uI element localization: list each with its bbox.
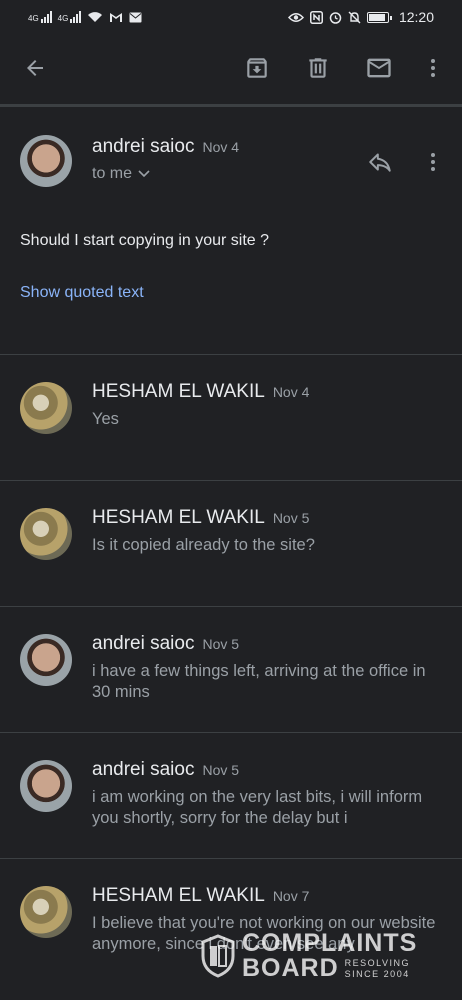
wifi-icon [88,12,103,22]
mark-unread-button[interactable] [365,54,393,82]
complaints-board-watermark: COMPLAINTS BOARD RESOLVING SINCE 2004 [200,926,440,986]
toolbar-divider [0,104,462,107]
message-date: Nov 5 [202,762,240,778]
back-arrow-icon [27,60,43,76]
message-header: HESHAM EL WAKIL Nov 5 [92,507,309,529]
message-date: Nov 7 [272,888,310,904]
show-quoted-text-link[interactable]: Show quoted text [20,284,144,302]
message-icon [129,12,142,22]
delete-button[interactable] [304,54,332,82]
back-button[interactable] [21,54,49,82]
reply-button[interactable] [366,148,394,176]
watermark-tagline1: RESOLVING [344,957,411,968]
recipient-toggle[interactable]: to me [92,165,150,183]
message-snippet: Is it copied already to the site? [92,536,315,554]
battery-icon [366,11,392,23]
more-options-button[interactable] [419,54,447,82]
message-header: HESHAM EL WAKIL Nov 7 [92,885,309,907]
message-header: HESHAM EL WAKIL Nov 4 [92,381,309,403]
message-date: Nov 5 [202,636,240,652]
watermark-tagline2: SINCE 2004 [344,968,410,979]
watermark-text: COMPLAINTS BOARD RESOLVING SINCE 2004 [242,931,417,981]
network-type-label: 4G [28,14,39,23]
chevron-down-icon [138,170,150,178]
mail-icon [367,58,391,78]
watermark-line2: BOARD [242,954,339,982]
recipient-label: to me [92,165,133,182]
sender-name: andrei saioc [92,759,195,780]
message-date: Nov 5 [272,510,310,526]
thread-message[interactable]: HESHAM EL WAKIL Nov 5 Is it copied alrea… [0,480,462,606]
alarm-icon [329,11,342,24]
more-vert-icon [431,59,435,77]
more-vert-icon [431,153,435,171]
message-body: Should I start copying in your site ? [20,232,270,249]
message-header: andrei saioc Nov 5 [92,759,239,781]
archive-icon [247,58,267,78]
sender-name: HESHAM EL WAKIL [92,885,265,906]
avatar[interactable] [20,886,72,938]
sender-name: andrei saioc [92,633,195,654]
avatar[interactable] [20,382,72,434]
avatar[interactable] [20,760,72,812]
archive-button[interactable] [243,54,271,82]
shield-logo-icon [201,934,235,978]
thread-message[interactable]: andrei saioc Nov 5 i am working on the v… [0,732,462,858]
nfc-icon [309,10,323,24]
clock: 12:20 [398,9,434,25]
eye-icon [287,12,304,22]
avatar[interactable] [20,508,72,560]
thread-message[interactable]: andrei saioc Nov 5 i have a few things l… [0,606,462,732]
sender-name[interactable]: andrei saioc [92,136,194,158]
network-type-label-2: 4G [57,14,69,23]
signal-icon: 4G [28,11,52,23]
app-toolbar [0,34,462,102]
gmail-icon [110,12,123,22]
delete-icon [309,58,327,78]
signal-icon-2: 4G [58,11,82,23]
message-header: andrei saioc Nov 5 [92,633,239,655]
mute-bell-icon [348,11,361,23]
status-right: 12:20 [287,9,434,25]
message-snippet: i have a few things left, arriving at th… [92,662,426,701]
message-snippet: i am working on the very last bits, i wi… [92,788,423,827]
sender-name: HESHAM EL WAKIL [92,507,265,528]
status-left: 4G 4G [28,11,142,23]
sender-name: HESHAM EL WAKIL [92,381,265,402]
thread-message[interactable]: HESHAM EL WAKIL Nov 4 Yes [0,354,462,480]
message-snippet: Yes [92,410,119,428]
avatar[interactable] [20,634,72,686]
status-bar: 4G 4G 12:20 [0,0,462,34]
avatar[interactable] [20,135,72,187]
message-date: Nov 4 [272,384,310,400]
message-date: Nov 4 [202,139,240,155]
message-more-button[interactable] [419,148,447,176]
reply-icon [369,153,391,172]
watermark-line1: COMPLAINTS [242,929,418,957]
message-header: andrei saioc Nov 4 [92,136,239,158]
